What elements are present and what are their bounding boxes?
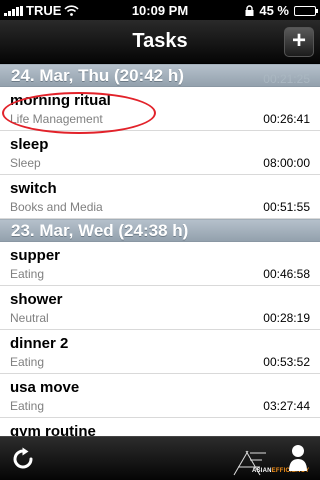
task-duration: 00:28:19 [263, 311, 310, 325]
profile-icon[interactable] [288, 443, 308, 475]
brand-wordmark-part1: ASIAN [252, 468, 272, 474]
bottom-toolbar: ASIANEFFICIENCY [0, 436, 320, 480]
task-name: shower [10, 291, 63, 308]
section-header: 23. Mar, Wed (24:38 h) [0, 219, 320, 242]
section-header-label: 23. Mar, Wed (24:38 h) [11, 221, 189, 240]
task-category: Books and Media [10, 200, 103, 214]
task-category: Neutral [10, 311, 49, 325]
navigation-bar: Tasks + [0, 20, 320, 64]
task-row[interactable]: sleep Sleep 08:00:00 [0, 131, 320, 175]
battery-icon [294, 5, 318, 16]
task-row[interactable]: gym routine [0, 418, 320, 436]
status-right-group: 45 % [245, 3, 318, 18]
page-title: Tasks [132, 30, 188, 52]
task-row[interactable]: usa move Eating 03:27:44 [0, 374, 320, 418]
status-bar: TRUE 10:09 PM 45 % [0, 0, 320, 20]
refresh-icon[interactable] [10, 446, 36, 472]
task-row[interactable]: switch Books and Media 00:51:55 [0, 175, 320, 219]
add-task-button[interactable]: + [284, 27, 314, 57]
task-name: sleep [10, 136, 49, 153]
task-category: Eating [10, 355, 45, 369]
task-category: Eating [10, 267, 45, 281]
task-duration: 08:00:00 [263, 156, 310, 170]
lock-icon [245, 5, 254, 16]
task-name: supper [10, 247, 61, 264]
task-name: dinner 2 [10, 335, 69, 352]
task-name: switch [10, 180, 57, 197]
task-category: Eating [10, 399, 45, 413]
task-name: gym routine [10, 423, 96, 436]
section-header: 24. Mar, Thu (20:42 h) 00:21:25 [0, 64, 320, 87]
task-duration: 00:26:41 [263, 112, 310, 126]
task-duration: 00:46:58 [263, 267, 310, 281]
task-duration: 00:53:52 [263, 355, 310, 369]
task-category: Sleep [10, 156, 41, 170]
task-row[interactable]: shower Neutral 00:28:19 [0, 286, 320, 330]
section-header-label: 24. Mar, Thu (20:42 h) [11, 66, 184, 85]
task-duration: 00:51:55 [263, 200, 310, 214]
annotation-highlight-circle [2, 92, 156, 134]
battery-percent: 45 % [259, 3, 289, 18]
task-row[interactable]: supper Eating 00:46:58 [0, 242, 320, 286]
task-duration: 03:27:44 [263, 399, 310, 413]
task-row[interactable]: dinner 2 Eating 00:53:52 [0, 330, 320, 374]
task-name: usa move [10, 379, 80, 396]
